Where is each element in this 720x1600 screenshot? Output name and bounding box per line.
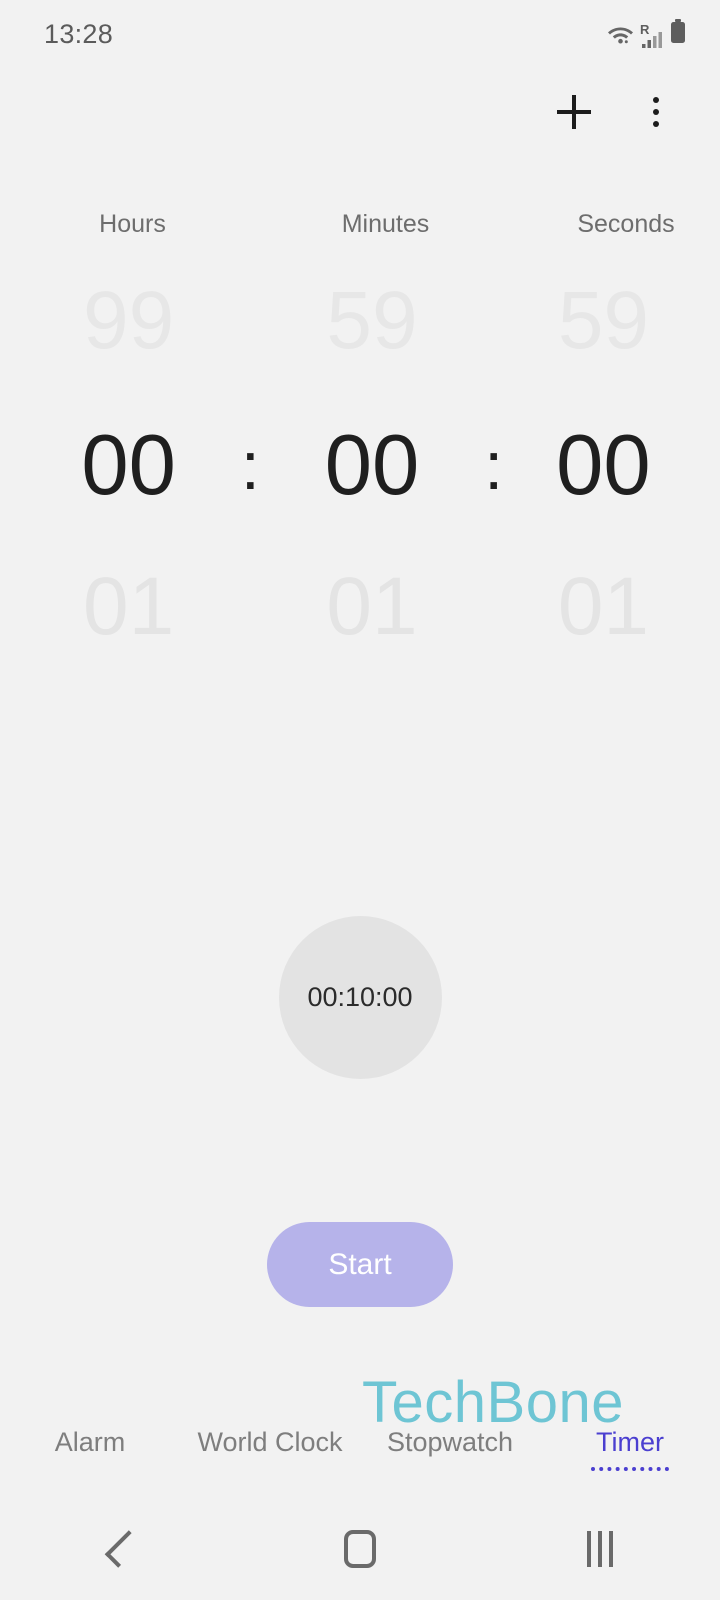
label-minutes: Minutes — [341, 210, 430, 238]
picker-row-above[interactable]: 99 59 59 — [0, 267, 720, 375]
bottom-tab-bar: Alarm World Clock Stopwatch Timer — [0, 1413, 720, 1471]
picker-below-minutes[interactable]: 01 — [273, 553, 470, 661]
action-bar — [0, 78, 720, 146]
picker-below-hours[interactable]: 01 — [30, 553, 227, 661]
picker-row-selected[interactable]: 00 : 00 : 00 — [0, 407, 720, 525]
tab-active-indicator — [591, 1466, 669, 1471]
picker-selected-seconds[interactable]: 00 — [517, 407, 690, 525]
tab-stopwatch-label: Stopwatch — [386, 1426, 514, 1457]
label-spacer-2 — [488, 210, 536, 239]
home-icon — [344, 1530, 376, 1568]
status-icons: R — [607, 19, 686, 49]
picker-row-below[interactable]: 01 01 01 — [0, 553, 720, 661]
picker-above-minutes[interactable]: 59 — [273, 267, 470, 375]
preset-chip[interactable]: 00:10:00 — [278, 916, 442, 1079]
recents-icon — [587, 1531, 613, 1567]
tab-alarm-label: Alarm — [54, 1426, 126, 1457]
picker-rows: 99 59 59 00 : 00 : 00 01 01 01 — [0, 267, 720, 661]
back-icon — [104, 1530, 143, 1568]
picker-above-seconds[interactable]: 59 — [517, 267, 690, 375]
more-options-button[interactable] — [630, 86, 682, 138]
nav-home-button[interactable] — [240, 1530, 480, 1568]
tab-timer-label: Timer — [596, 1426, 664, 1457]
start-row: Start — [0, 1222, 720, 1307]
time-picker: Hours Minutes Seconds 99 59 59 00 : 00 :… — [0, 210, 720, 661]
tab-world-clock-label: World Clock — [197, 1426, 343, 1457]
system-navigation-bar — [0, 1498, 720, 1600]
picker-separator-1: : — [240, 428, 260, 504]
tab-alarm[interactable]: Alarm — [0, 1427, 180, 1458]
more-vertical-icon — [653, 97, 659, 127]
picker-above-hours[interactable]: 99 — [30, 267, 227, 375]
status-bar: 13:28 R — [0, 0, 720, 68]
tab-world-clock[interactable]: World Clock — [180, 1427, 360, 1458]
picker-below-seconds[interactable]: 01 — [517, 553, 690, 661]
wifi-icon — [607, 22, 634, 49]
label-spacer-1 — [235, 210, 283, 239]
picker-separator-2: : — [484, 428, 504, 504]
picker-column-labels: Hours Minutes Seconds — [0, 210, 720, 239]
roaming-letter: R — [640, 22, 650, 37]
plus-icon — [557, 95, 591, 129]
preset-row: 00:10:00 — [0, 916, 720, 1079]
battery-icon — [670, 19, 686, 49]
nav-recents-button[interactable] — [480, 1531, 720, 1567]
nav-back-button[interactable] — [0, 1530, 240, 1568]
picker-selected-hours[interactable]: 00 — [30, 407, 227, 525]
status-clock: 13:28 — [44, 18, 114, 49]
picker-selected-minutes[interactable]: 00 — [273, 407, 470, 525]
tab-stopwatch[interactable]: Stopwatch — [360, 1427, 540, 1458]
timer-screen: 13:28 R Hours Minutes Seconds 99 59 59 0… — [0, 0, 720, 1600]
label-seconds: Seconds — [577, 210, 675, 238]
tab-timer[interactable]: Timer — [540, 1426, 720, 1471]
signal-roaming-icon: R — [640, 23, 663, 49]
start-button[interactable]: Start — [267, 1222, 453, 1307]
add-timer-button[interactable] — [548, 86, 600, 138]
label-hours: Hours — [99, 210, 166, 238]
